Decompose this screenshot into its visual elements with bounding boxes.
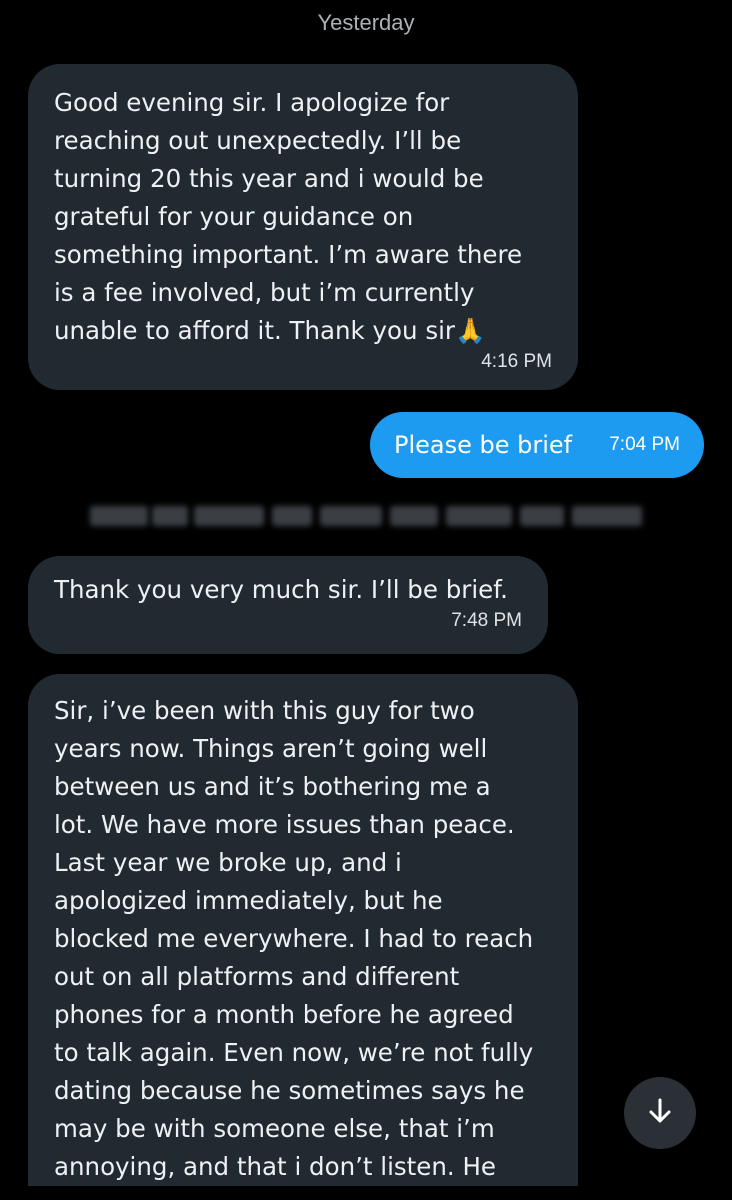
date-separator: Yesterday <box>317 10 415 35</box>
received-message-bubble[interactable]: Good evening sir. I apologize for reachi… <box>28 64 578 390</box>
message-timestamp: 7:48 PM <box>451 610 522 631</box>
message-text: Thank you very much sir. I’ll be brief. <box>54 575 508 604</box>
received-message-bubble[interactable]: Sir, i’ve been with this guy for two yea… <box>28 674 578 1200</box>
message-timestamp: 4:16 PM <box>481 351 552 372</box>
message-text: Please be brief <box>394 431 573 459</box>
arrow-down-icon <box>645 1096 675 1130</box>
redacted-blurred-content <box>90 498 642 532</box>
sent-message-bubble[interactable]: Please be brief 7:04 PM <box>370 412 704 478</box>
message-timestamp: 7:04 PM <box>609 434 680 455</box>
received-message-bubble[interactable]: Thank you very much sir. I’ll be brief. … <box>28 556 548 654</box>
scroll-to-bottom-button[interactable] <box>624 1077 696 1149</box>
bottom-edge <box>0 1186 732 1200</box>
message-text: Good evening sir. I apologize for reachi… <box>54 88 523 345</box>
message-text: Sir, i’ve been with this guy for two yea… <box>54 696 534 1181</box>
